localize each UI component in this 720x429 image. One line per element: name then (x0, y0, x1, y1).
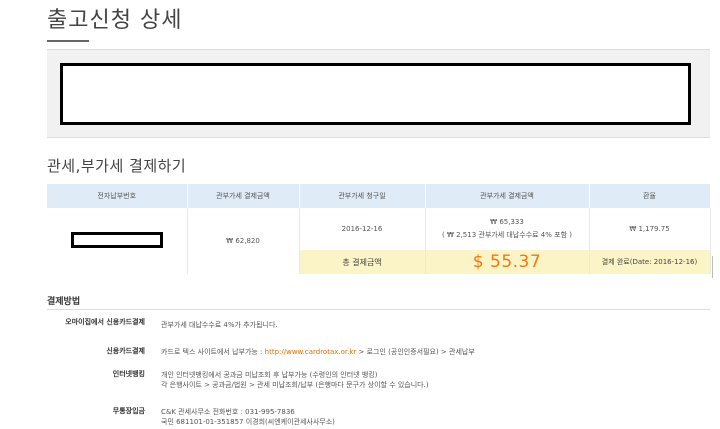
fee-note: ( ₩ 2,513 관부가세 대납수수료 4% 포함 ) (442, 231, 572, 239)
header-payment-number: 전자납부번호 (47, 184, 188, 208)
redacted-payment-number (70, 232, 163, 248)
method-desc-suffix: > 로그인 (공인인증서필요) > 관세납부 (356, 348, 475, 356)
header-amount-with-fee: 관부가세 결제금액 (425, 184, 590, 208)
payment-section-title: 관세,부가세 결제하기 (47, 157, 187, 175)
payment-table-header: 전자납부번호 관부가세 결제금액 관부가세 청구일 관부가세 결제금액 환율 (47, 184, 711, 208)
method-desc-prefix: 카드로 텍스 사이트에서 납부가능 : (161, 348, 265, 356)
exchange-rate-cell: ₩ 1,179.75 (589, 208, 711, 250)
method-desc: 관부가세 대납수수료 4%가 추가됩니다. (161, 321, 278, 329)
total-label-cell: 총 결제금액 (299, 250, 426, 274)
amount-with-fee: ₩ 65,333 (490, 218, 524, 226)
page-title: 출고신청 상세 (47, 8, 183, 33)
amount-with-fee-cell: ₩ 65,333 ( ₩ 2,513 관부가세 대납수수료 4% 포함 ) (425, 208, 590, 250)
header-exchange-rate: 환율 (589, 184, 711, 208)
total-amount-cell: $ 55.37 (425, 250, 590, 274)
total-label: 총 결제금액 (342, 257, 382, 267)
bill-date-cell: 2016-12-16 (299, 208, 426, 250)
payment-status: 결제 완료(Date: 2016-12-16) (601, 258, 698, 266)
header-bill-date: 관부가세 청구일 (299, 184, 426, 208)
amount-cell: ₩ 62,820 (187, 208, 300, 274)
divider (47, 309, 710, 310)
method-label: 신용카드결제 (106, 347, 145, 355)
method-desc-line: 개인 인터넷뱅킹에서 공과금 미납조회 후 납부가능 (수령인의 인터넷 뱅킹) (161, 371, 378, 379)
method-label: 인터넷뱅킹 (112, 370, 145, 378)
method-desc: 개인 인터넷뱅킹에서 공과금 미납조회 후 납부가능 (수령인의 인터넷 뱅킹)… (161, 370, 701, 390)
payment-methods-title: 결제방법 (47, 297, 81, 307)
method-label: 무통장입금 (112, 407, 145, 415)
method-desc: 카드로 텍스 사이트에서 납부가능 : http://www.cardrotax… (161, 347, 701, 357)
method-desc-line: 각 은행사이트 > 공과금/법원 > 관세 미납조회/납부 (은행마다 문구가 … (161, 381, 429, 389)
table-row: ₩ 62,820 2016-12-16 ₩ 65,333 ( ₩ 2,513 관… (47, 208, 711, 274)
header-amount: 관부가세 결제금액 (187, 184, 300, 208)
payment-number-cell (47, 208, 188, 274)
payment-table: 전자납부번호 관부가세 결제금액 관부가세 청구일 관부가세 결제금액 환율 ₩… (47, 184, 711, 274)
method-desc: C&K 관세사무소 전화번호 : 031-995-7836 국민 681101-… (161, 407, 701, 427)
payment-status-cell: 결제 완료(Date: 2016-12-16) (589, 250, 711, 274)
redacted-info-area (60, 63, 691, 125)
title-underline (47, 40, 89, 42)
method-desc-line: 국민 681101-01-351857 이경희(씨엔케이관세사사무소) (161, 418, 335, 426)
method-desc-line: C&K 관세사무소 전화번호 : 031-995-7836 (161, 408, 295, 416)
divider (712, 256, 713, 278)
method-label: 오마이집에서 신용카드결제 (65, 318, 145, 326)
cardrotax-link[interactable]: http://www.cardrotax.or.kr (265, 348, 357, 356)
total-amount: $ 55.37 (472, 252, 542, 272)
order-info-panel (47, 49, 710, 138)
